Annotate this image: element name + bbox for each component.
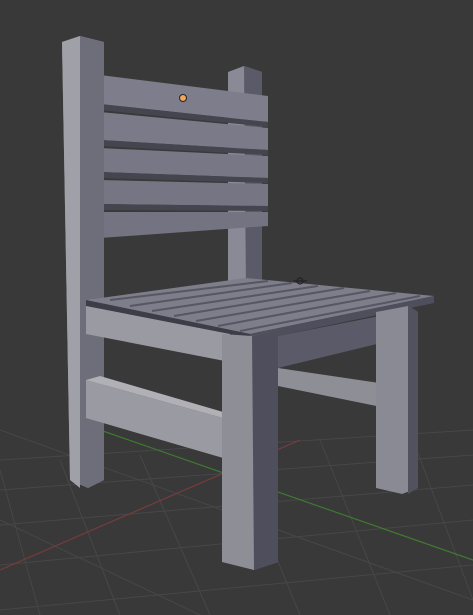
origin-marker[interactable] bbox=[179, 94, 187, 102]
3d-viewport[interactable] bbox=[0, 0, 473, 615]
left-stretcher bbox=[86, 380, 230, 460]
chair-mesh[interactable] bbox=[62, 36, 434, 570]
viewport-canvas[interactable] bbox=[0, 0, 473, 615]
right-stretcher bbox=[278, 368, 386, 408]
